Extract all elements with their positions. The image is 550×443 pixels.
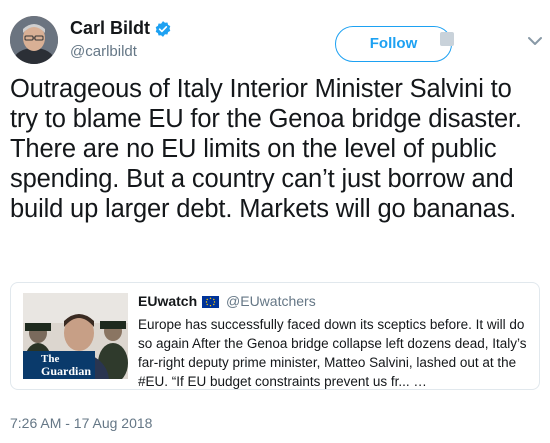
verified-badge-icon — [155, 20, 171, 37]
tweet-header: Carl Bildt @carlbildt Follow — [10, 10, 542, 66]
avatar[interactable] — [10, 16, 58, 64]
tweet-text: Outrageous of Italy Interior Minister Sa… — [10, 75, 522, 223]
tweet-card: Carl Bildt @carlbildt Follow Outrageous … — [0, 0, 550, 443]
guardian-logo: The Guardian — [23, 351, 95, 379]
guardian-logo-line2: Guardian — [41, 364, 92, 378]
author-block[interactable]: Carl Bildt @carlbildt — [70, 18, 172, 60]
chevron-down-icon[interactable] — [528, 36, 542, 46]
tweet-timestamp[interactable]: 7:26 AM - 17 Aug 2018 — [10, 415, 152, 431]
quoted-tweet-card[interactable]: The Guardian EUwatch @EUwatchers Europe … — [10, 282, 540, 390]
quoted-tweet-author[interactable]: EUwatch @EUwatchers — [138, 293, 316, 309]
author-display-name[interactable]: Carl Bildt — [70, 18, 150, 39]
author-handle[interactable]: @carlbildt — [70, 43, 172, 60]
quoted-tweet-handle[interactable]: @EUwatchers — [226, 293, 316, 309]
quoted-tweet-thumbnail[interactable]: The Guardian — [23, 293, 128, 379]
eu-flag-icon — [202, 296, 220, 308]
quoted-tweet-display-name[interactable]: EUwatch — [138, 293, 197, 309]
avatar-image — [10, 16, 58, 64]
embed-info-icon[interactable] — [440, 32, 454, 46]
follow-button[interactable]: Follow — [335, 26, 452, 62]
quoted-tweet-text: Europe has successfully faced down its s… — [138, 317, 527, 389]
